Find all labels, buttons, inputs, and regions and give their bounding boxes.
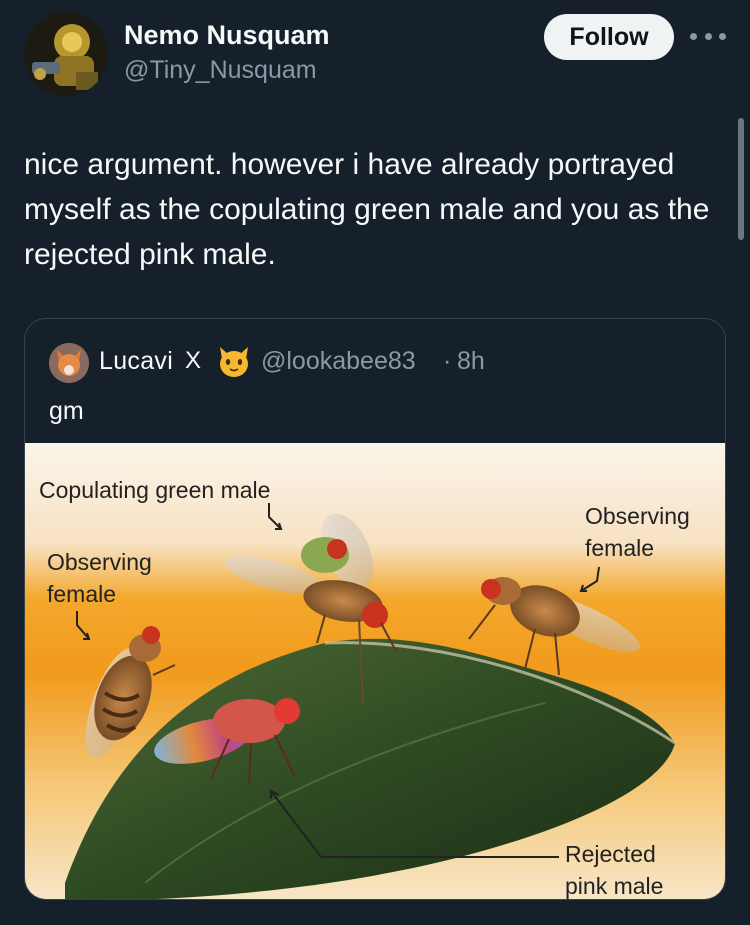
follow-button[interactable]: Follow bbox=[544, 14, 674, 60]
label-rejected-pink-male-line1: Rejected bbox=[565, 841, 656, 867]
robot-avatar-icon bbox=[24, 12, 108, 96]
label-rejected-pink-male-line2: pink male bbox=[565, 873, 664, 899]
quote-author-name[interactable]: Lucavi bbox=[99, 347, 173, 376]
quote-author-handle[interactable]: @lookabee83 bbox=[261, 347, 416, 376]
quoted-tweet[interactable]: Lucavi X @lookabee83 · 8h gm Copulating … bbox=[24, 318, 726, 900]
author-avatar[interactable] bbox=[24, 12, 108, 96]
author-name[interactable]: Nemo Nusquam bbox=[124, 20, 330, 51]
scrollbar[interactable] bbox=[738, 118, 744, 240]
label-observing-female-left-line2: female bbox=[47, 581, 117, 607]
fox-avatar-icon bbox=[49, 343, 89, 383]
label-observing-female-left-line1: Observing bbox=[47, 549, 152, 575]
separator-dot: · bbox=[443, 347, 452, 375]
label-observing-female-right-line1: Observing bbox=[585, 503, 690, 529]
quote-image[interactable]: Copulating green male Observing female O… bbox=[25, 443, 725, 899]
quote-x-mark: X bbox=[185, 347, 202, 374]
cat-emoji-icon bbox=[217, 343, 251, 379]
author-handle[interactable]: @Tiny_Nusquam bbox=[124, 56, 317, 85]
quote-timestamp[interactable]: 8h bbox=[457, 347, 485, 376]
label-copulating-green-male: Copulating green male bbox=[39, 477, 271, 503]
more-options-icon[interactable] bbox=[690, 24, 726, 48]
tweet-text: nice argument. however i have already po… bbox=[24, 148, 710, 271]
quote-avatar[interactable] bbox=[49, 343, 89, 383]
quote-text: gm bbox=[49, 397, 84, 425]
label-observing-female-right-line2: female bbox=[585, 535, 655, 561]
